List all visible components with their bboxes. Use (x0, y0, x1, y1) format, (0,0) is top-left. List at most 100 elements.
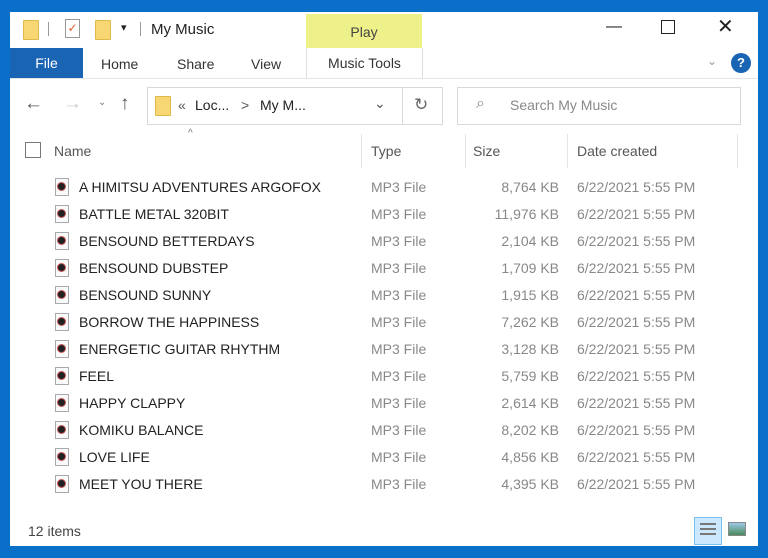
column-size[interactable]: Size (473, 143, 500, 159)
file-row[interactable]: BORROW THE HAPPINESS MP3 File 7,262 KB 6/22… (50, 309, 750, 336)
tab-music-tools[interactable]: Music Tools (306, 48, 423, 78)
properties-icon[interactable]: ✓ (65, 19, 80, 38)
minimize-button[interactable]: — (606, 18, 622, 36)
explorer-window: ✓ ▾ My Music Play — ✕ File Home Share Vi… (10, 12, 758, 546)
file-size: 8,202 KB (501, 422, 559, 438)
file-row[interactable]: BENSOUND SUNNY MP3 File 1,915 KB 6/22/2021 … (50, 282, 750, 309)
mp3-file-icon (55, 475, 69, 493)
file-name: LOVE LIFE (79, 449, 150, 465)
breadcrumb-local[interactable]: Loc... (195, 97, 229, 113)
file-row[interactable]: A HIMITSU ADVENTURES ARGOFOX MP3 File 8,76… (50, 174, 750, 201)
file-size: 4,395 KB (501, 476, 559, 492)
file-name: MEET YOU THERE (79, 476, 203, 492)
quick-access-dropdown-icon[interactable]: ▾ (121, 21, 127, 34)
file-type: MP3 File (371, 449, 427, 465)
column-name[interactable]: Name (54, 143, 91, 159)
file-date: 6/22/2021 5:55 PM (577, 287, 696, 303)
file-type: MP3 File (371, 260, 427, 276)
mp3-file-icon (55, 340, 69, 358)
forward-button[interactable]: → (63, 93, 82, 115)
file-size: 1,915 KB (501, 287, 559, 303)
file-date: 6/22/2021 5:55 PM (577, 314, 696, 330)
play-context-label: Play (306, 14, 422, 48)
mp3-file-icon (55, 259, 69, 277)
file-row[interactable]: KOMIKU BALANCE MP3 File 8,202 KB 6/22/2021 … (50, 417, 750, 444)
tab-share[interactable]: Share (177, 56, 214, 72)
column-type[interactable]: Type (371, 143, 401, 159)
divider (48, 22, 49, 36)
file-row[interactable]: MEET YOU THERE MP3 File 4,395 KB 6/22/2021 … (50, 471, 750, 498)
back-button[interactable]: ← (24, 93, 43, 115)
tab-file[interactable]: File (10, 48, 83, 78)
mp3-file-icon (55, 178, 69, 196)
file-name: KOMIKU BALANCE (79, 422, 204, 438)
file-size: 11,976 KB (494, 206, 559, 222)
file-size: 2,104 KB (501, 233, 559, 249)
file-type: MP3 File (371, 368, 427, 384)
maximize-button[interactable] (661, 20, 675, 34)
file-size: 7,262 KB (501, 314, 559, 330)
new-folder-icon[interactable] (95, 20, 111, 40)
file-type: MP3 File (371, 341, 427, 357)
folder-icon[interactable] (23, 20, 39, 40)
file-type: MP3 File (371, 179, 427, 195)
select-all-checkbox[interactable] (25, 142, 41, 158)
file-name: BORROW THE HAPPINESS (79, 314, 260, 330)
help-icon[interactable]: ? (731, 53, 751, 73)
file-name: BENSOUND DUBSTEP (79, 260, 229, 276)
file-row[interactable]: LOVE LIFE MP3 File 4,856 KB 6/22/2021 5:55 … (50, 444, 750, 471)
file-date: 6/22/2021 5:55 PM (577, 368, 696, 384)
file-name: BENSOUND SUNNY (79, 287, 212, 303)
file-type: MP3 File (371, 395, 427, 411)
tab-home[interactable]: Home (101, 56, 138, 72)
divider (402, 88, 403, 124)
file-type: MP3 File (371, 233, 427, 249)
search-box[interactable]: ⌕ Search My Music (457, 87, 741, 125)
expand-ribbon-icon[interactable]: ⌄ (707, 54, 717, 68)
file-row[interactable]: BENSOUND DUBSTEP MP3 File 1,709 KB 6/22/202… (50, 255, 750, 282)
details-view-button[interactable] (694, 517, 722, 545)
breadcrumb-separator[interactable]: > (241, 97, 249, 113)
address-bar[interactable]: « Loc... > My M... ⌄ ↻ (147, 87, 443, 125)
up-button[interactable]: ↑ (120, 93, 130, 115)
file-type: MP3 File (371, 314, 427, 330)
file-date: 6/22/2021 5:55 PM (577, 260, 696, 276)
file-name: BATTLE METAL 320BIT (79, 206, 229, 222)
file-size: 3,128 KB (501, 341, 559, 357)
file-date: 6/22/2021 5:55 PM (577, 449, 696, 465)
file-size: 8,764 KB (501, 179, 559, 195)
recent-locations-icon[interactable]: ⌄ (98, 97, 106, 108)
search-input[interactable]: Search My Music (510, 97, 617, 113)
file-date: 6/22/2021 5:55 PM (577, 206, 696, 222)
breadcrumb-my-music[interactable]: My M... (260, 97, 306, 113)
file-date: 6/22/2021 5:55 PM (577, 422, 696, 438)
mp3-file-icon (55, 367, 69, 385)
item-count: 12 items (28, 523, 81, 539)
mp3-file-icon (55, 205, 69, 223)
file-row[interactable]: HAPPY CLAPPY MP3 File 2,614 KB 6/22/2021 5:… (50, 390, 750, 417)
mp3-file-icon (55, 394, 69, 412)
file-date: 6/22/2021 5:55 PM (577, 179, 696, 195)
mp3-file-icon (55, 313, 69, 331)
overflow-chevron[interactable]: « (178, 97, 186, 113)
file-date: 6/22/2021 5:55 PM (577, 233, 696, 249)
file-date: 6/22/2021 5:55 PM (577, 395, 696, 411)
file-size: 1,709 KB (501, 260, 559, 276)
large-icons-view-button[interactable] (728, 522, 746, 536)
refresh-icon[interactable]: ↻ (414, 95, 428, 115)
file-row[interactable]: ENERGETIC GUITAR RHYTHM MP3 File 3,128 KB 6… (50, 336, 750, 363)
tab-view[interactable]: View (251, 56, 281, 72)
file-row[interactable]: BENSOUND BETTERDAYS MP3 File 2,104 KB 6/22/… (50, 228, 750, 255)
file-size: 4,856 KB (501, 449, 559, 465)
file-name: HAPPY CLAPPY (79, 395, 186, 411)
file-date: 6/22/2021 5:55 PM (577, 476, 696, 492)
file-name: BENSOUND BETTERDAYS (79, 233, 255, 249)
mp3-file-icon (55, 232, 69, 250)
file-row[interactable]: FEEL MP3 File 5,759 KB 6/22/2021 5:55 PM (50, 363, 750, 390)
column-date-created[interactable]: Date created (577, 143, 657, 159)
file-name: FEEL (79, 368, 115, 384)
close-button[interactable]: ✕ (717, 14, 734, 39)
address-dropdown-icon[interactable]: ⌄ (374, 95, 386, 112)
search-icon: ⌕ (476, 95, 485, 112)
file-row[interactable]: BATTLE METAL 320BIT MP3 File 11,976 KB 6/22… (50, 201, 750, 228)
